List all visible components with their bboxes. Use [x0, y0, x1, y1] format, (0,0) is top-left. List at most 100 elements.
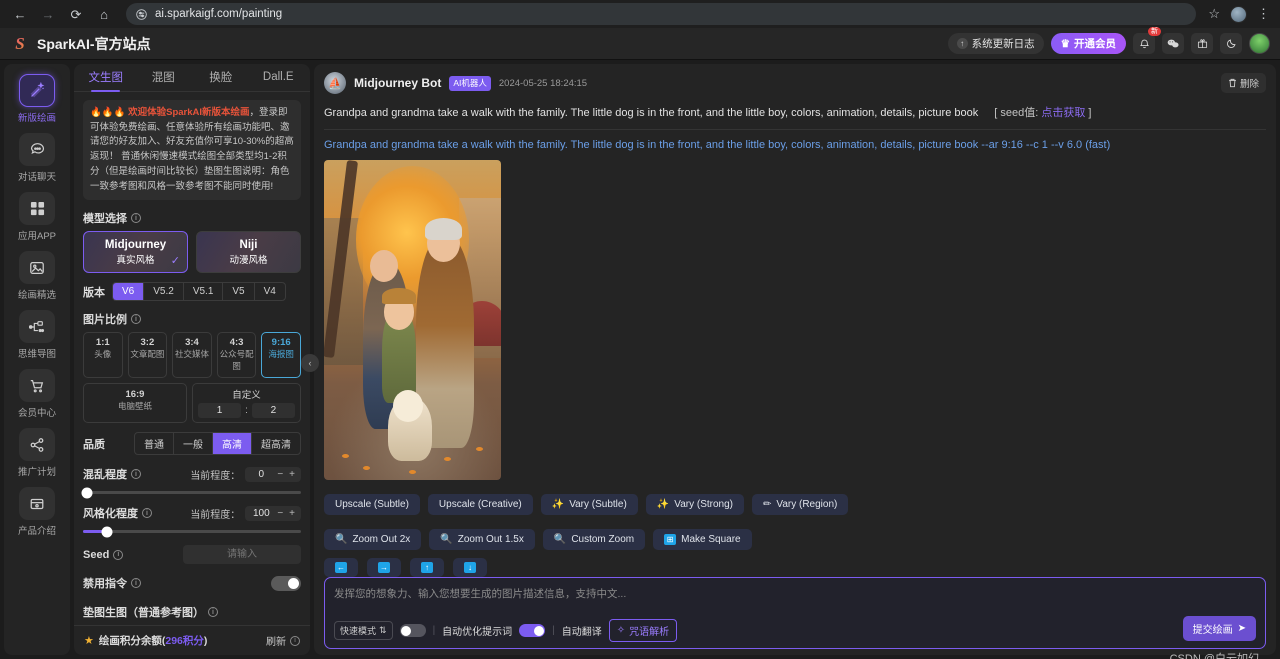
back-icon[interactable]: ←	[8, 2, 32, 26]
fast-mode-button[interactable]: 快速模式 ⇅	[334, 621, 393, 640]
forward-icon[interactable]: →	[36, 2, 60, 26]
pan-right-button[interactable]: →	[367, 558, 401, 577]
version-option-v5[interactable]: V5	[223, 283, 255, 301]
browser-menu-icon[interactable]: ⋮	[1257, 7, 1270, 20]
sidebar-item-new-painting[interactable]: 新版绘画	[9, 74, 65, 124]
quality-option-general[interactable]: 一般	[174, 433, 213, 455]
pan-up-button[interactable]: ↑	[410, 558, 444, 577]
stylize-minus-button[interactable]: −	[277, 508, 283, 519]
seed-input[interactable]	[183, 545, 301, 565]
sidebar-item-membership[interactable]: 会员中心	[9, 369, 65, 419]
notification-bell-button[interactable]: 新	[1133, 27, 1161, 54]
tab-faceswap[interactable]: 换脸	[195, 64, 247, 91]
version-option-v52[interactable]: V5.2	[144, 283, 184, 301]
custom-width-input[interactable]	[197, 403, 242, 419]
home-icon[interactable]: ⌂	[92, 2, 116, 26]
help-icon[interactable]: i	[208, 607, 218, 618]
help-icon[interactable]: i	[290, 635, 300, 646]
address-bar[interactable]: ai.sparkaigf.com/painting	[126, 3, 1197, 25]
ratio-custom[interactable]: 自定义 :	[191, 383, 301, 424]
vary-region-button[interactable]: ✏ Vary (Region)	[752, 494, 849, 515]
tab-dalle[interactable]: Dall.E	[253, 66, 305, 89]
tab-blend[interactable]: 混图	[138, 64, 190, 91]
sidebar-item-promotion[interactable]: 推广计划	[9, 428, 65, 478]
help-icon[interactable]: i	[113, 549, 124, 560]
help-icon[interactable]: i	[131, 314, 141, 325]
make-square-button[interactable]: ⊞ Make Square	[653, 529, 752, 550]
quality-option-hd[interactable]: 高清	[213, 433, 252, 455]
stylize-slider[interactable]	[83, 526, 301, 538]
vary-strong-button[interactable]: ✨ Vary (Strong)	[645, 494, 744, 515]
help-icon[interactable]: i	[131, 469, 141, 480]
help-icon[interactable]: i	[131, 213, 141, 224]
spell-parse-button[interactable]: ✧ 咒语解析	[608, 619, 678, 642]
disable-instructions-toggle[interactable]	[271, 575, 301, 591]
custom-zoom-button[interactable]: 🔍 Custom Zoom	[542, 529, 646, 550]
sidebar-item-chat[interactable]: 对话聊天	[9, 133, 65, 183]
version-option-v6[interactable]: V6	[113, 283, 145, 301]
button-label: Vary (Strong)	[674, 499, 733, 510]
ratio-4-3[interactable]: 4:3 公众号配图	[216, 332, 257, 379]
chaos-plus-button[interactable]: +	[289, 469, 295, 480]
model-card-midjourney[interactable]: Midjourney 真实风格 ✓	[83, 231, 188, 274]
chaos-minus-button[interactable]: −	[277, 469, 283, 480]
ratio-3-4[interactable]: 3:4 社交媒体	[172, 332, 212, 379]
help-icon[interactable]: i	[142, 508, 152, 519]
get-seed-link[interactable]: 点击获取	[1041, 107, 1085, 119]
stylize-stepper[interactable]: 100 − +	[245, 505, 301, 521]
wechat-icon[interactable]	[1162, 33, 1184, 54]
prompt-composer[interactable]: 发挥您的想象力、输入您想要生成的图片描述信息，支持中文... 快速模式 ⇅ | …	[324, 577, 1266, 659]
bookmark-icon[interactable]: ☆	[1208, 6, 1220, 22]
stylize-current-label: 当前程度：	[190, 509, 241, 521]
reload-icon[interactable]: ⟳	[64, 2, 88, 26]
zoom-out-1-5x-button[interactable]: 🔍 Zoom Out 1.5x	[429, 529, 535, 550]
message-divider	[324, 129, 1266, 130]
composer-placeholder[interactable]: 发挥您的想象力、输入您想要生成的图片描述信息，支持中文...	[334, 586, 1256, 601]
custom-height-input[interactable]	[251, 403, 296, 419]
user-avatar[interactable]	[1249, 33, 1270, 54]
generated-image[interactable]	[324, 160, 501, 480]
gift-icon[interactable]	[1191, 33, 1213, 54]
sidebar-item-mindmap[interactable]: 思维导图	[9, 310, 65, 360]
vip-button[interactable]: ♛ 开通会员	[1050, 33, 1126, 54]
chaos-stepper[interactable]: 0 − +	[245, 466, 301, 482]
vary-subtle-button[interactable]: ✨ Vary (Subtle)	[540, 494, 638, 515]
site-settings-icon[interactable]	[136, 8, 147, 20]
send-icon: ➤	[1237, 623, 1246, 634]
sidebar-label: 推广计划	[17, 467, 56, 478]
upscale-creative-button[interactable]: Upscale (Creative)	[427, 494, 533, 515]
zoom-out-2x-button[interactable]: 🔍 Zoom Out 2x	[324, 529, 422, 550]
browser-profile-avatar[interactable]	[1230, 5, 1247, 23]
delete-message-button[interactable]: 删除	[1220, 73, 1266, 93]
sidebar-item-gallery[interactable]: 绘画精选	[9, 251, 65, 301]
sidebar-item-apps[interactable]: 应用APP	[9, 192, 65, 242]
ratio-16-9[interactable]: 16:9 电脑壁纸	[83, 383, 187, 424]
refresh-credits-button[interactable]: 刷新 i	[266, 633, 300, 648]
auto-optimize-toggle[interactable]	[399, 624, 426, 637]
dark-mode-moon-icon[interactable]	[1220, 33, 1242, 54]
version-option-v4[interactable]: V4	[255, 283, 285, 300]
sidebar-item-product[interactable]: 产品介绍	[9, 487, 65, 537]
stylize-plus-button[interactable]: +	[289, 508, 295, 519]
submit-button[interactable]: 提交绘画 ➤	[1182, 616, 1256, 641]
prompt-text: Grandpa and grandma take a walk with the…	[324, 107, 979, 119]
ratio-9-16[interactable]: 9:16 海报图	[261, 332, 301, 379]
stylize-value: 100	[252, 507, 270, 519]
seed-label: Seed	[83, 548, 110, 561]
panel-collapse-button[interactable]: ‹	[301, 354, 319, 372]
ratio-3-2[interactable]: 3:2 文章配图	[127, 332, 168, 379]
chaos-slider[interactable]	[81, 487, 301, 499]
update-log-button[interactable]: ↑ 系统更新日志	[947, 33, 1044, 54]
pan-down-button[interactable]: ↓	[453, 558, 487, 577]
ratio-1-1[interactable]: 1:1 头像	[83, 332, 123, 379]
quality-option-uhd[interactable]: 超高清	[252, 433, 300, 454]
action-buttons-row-3: ← → ↑ ↓	[324, 558, 1266, 577]
tab-text-to-image[interactable]: 文生图	[80, 64, 132, 92]
quality-option-normal[interactable]: 普通	[135, 433, 174, 455]
help-icon[interactable]: i	[131, 578, 141, 589]
auto-translate-toggle[interactable]	[519, 624, 546, 637]
pan-left-button[interactable]: ←	[324, 558, 358, 577]
upscale-subtle-button[interactable]: Upscale (Subtle)	[324, 494, 420, 515]
version-option-v51[interactable]: V5.1	[184, 283, 224, 301]
model-card-niji[interactable]: Niji 动漫风格	[196, 231, 301, 274]
